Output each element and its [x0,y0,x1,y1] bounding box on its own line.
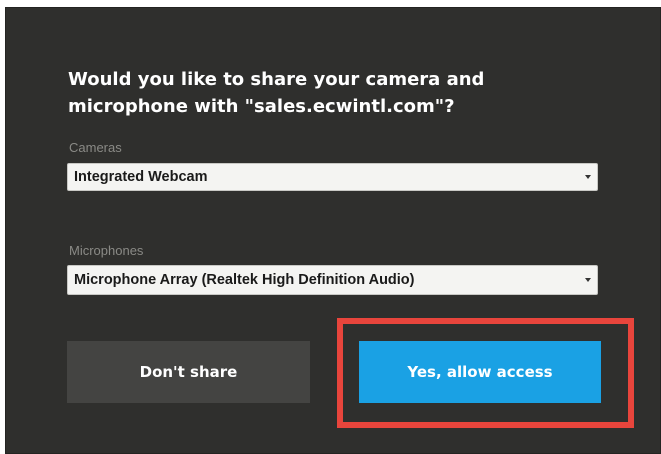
screenshot-frame: Would you like to share your camera and … [0,0,661,454]
dont-share-button[interactable]: Don't share [67,341,310,403]
microphones-label: Microphones [69,243,144,258]
cameras-label: Cameras [69,140,122,155]
chevron-down-icon [585,278,591,282]
allow-access-button[interactable]: Yes, allow access [359,341,601,403]
permission-question: Would you like to share your camera and … [68,69,485,117]
chevron-down-icon [585,175,591,179]
microphone-select-value: Microphone Array (Realtek High Definitio… [74,272,415,288]
camera-select[interactable]: Integrated Webcam [67,163,598,191]
camera-select-value: Integrated Webcam [74,169,208,185]
microphone-select[interactable]: Microphone Array (Realtek High Definitio… [67,265,598,295]
